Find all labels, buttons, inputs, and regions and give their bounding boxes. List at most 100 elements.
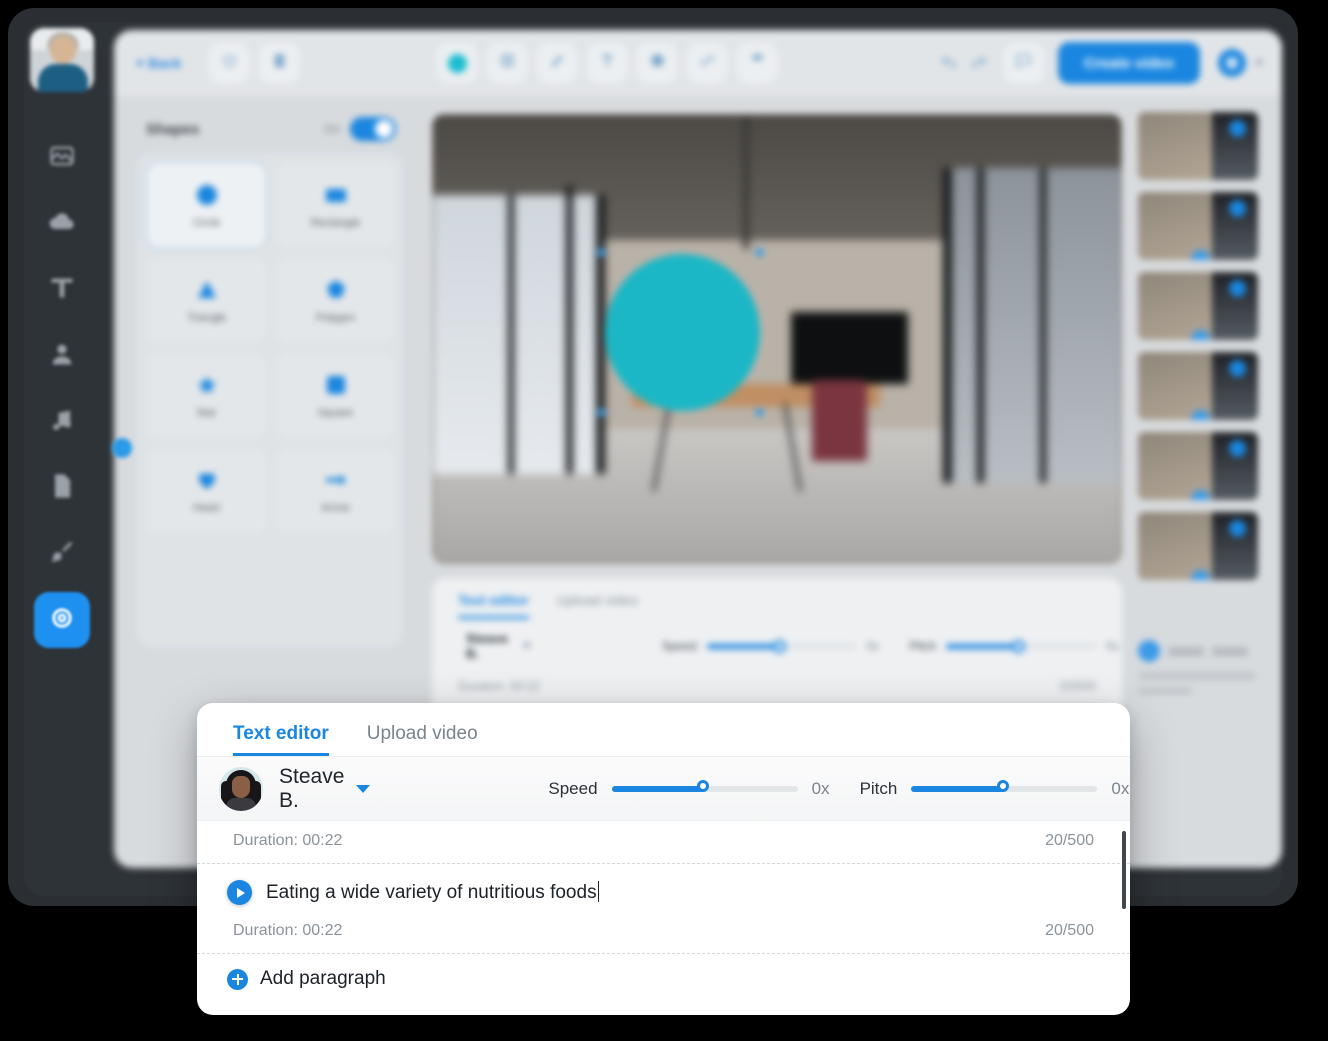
history-controls[interactable] (940, 52, 988, 75)
modal-scrollbar[interactable] (1122, 831, 1126, 909)
pen-icon (548, 51, 567, 75)
shape-option-square[interactable]: Square (276, 353, 395, 438)
shapes-icon (48, 604, 76, 637)
toolbar-comment-button[interactable] (1004, 43, 1044, 83)
resize-handle-tl[interactable] (598, 249, 605, 256)
shape-option-label: Triangle (187, 312, 226, 324)
panel-collapse-handle[interactable] (112, 438, 132, 458)
sidebar-item-media[interactable] (34, 130, 90, 186)
scene-thumbnail[interactable] (1138, 352, 1258, 420)
user-avatar[interactable] (30, 28, 94, 92)
shape-option-polygon[interactable]: Polygon (276, 258, 395, 343)
sidebar-item-shapes[interactable] (34, 592, 90, 648)
play-icon[interactable] (227, 880, 252, 905)
video-canvas[interactable] (432, 114, 1122, 564)
modal-tabs[interactable]: Text editor Upload video (197, 703, 1130, 757)
voice-avatar[interactable] (219, 767, 263, 811)
shape-option-label: Heart (193, 502, 220, 514)
toolbar-sticker-button[interactable] (637, 43, 677, 83)
music-icon (48, 406, 76, 439)
sidebar-item-text[interactable] (34, 262, 90, 318)
scene-info-chip (1168, 647, 1204, 656)
chevron-down-icon[interactable] (522, 643, 532, 649)
undo-icon[interactable] (940, 52, 958, 75)
toolbar-text-button[interactable] (587, 43, 627, 83)
toolbar-layers-button[interactable] (737, 43, 777, 83)
toolbar-link-button[interactable] (687, 43, 727, 83)
shapes-panel-header: Shapes On (136, 112, 404, 146)
scene-thumbnail-list[interactable] (1138, 112, 1270, 702)
bottom-duration-label: Duration: 00:22 (458, 679, 540, 693)
shape-option-triangle[interactable]: Triangle (147, 258, 266, 343)
chevron-down-icon[interactable] (1254, 60, 1264, 66)
resize-handle-br[interactable] (756, 409, 763, 416)
bottom-counter-label: 20/500 (1059, 679, 1096, 693)
toolbar-heart-button[interactable] (209, 43, 249, 83)
bottom-speed-slider[interactable]: Speed 0x (662, 639, 879, 653)
paragraph-row[interactable]: Eating a wide variety of nutritious food… (197, 864, 1130, 911)
text-editor-modal: Text editor Upload video Steave B. Speed… (197, 703, 1130, 1015)
scene-thumbnail[interactable] (1138, 112, 1258, 180)
bottom-voice-name[interactable]: Steave B. (466, 631, 508, 661)
tab-text-editor[interactable]: Text editor (233, 723, 329, 756)
redo-icon[interactable] (970, 52, 988, 75)
speed-value: 0x (812, 779, 838, 799)
comment-icon (1014, 51, 1033, 75)
toolbar-clipboard-button[interactable] (259, 43, 299, 83)
pitch-slider[interactable] (911, 786, 1097, 792)
shape-option-heart[interactable]: Heart (147, 448, 266, 533)
toolbar-crop-button[interactable] (487, 43, 527, 83)
paragraph-text[interactable]: Eating a wide variety of nutritious food… (266, 881, 599, 904)
duration-label: Duration: 00:22 (233, 922, 342, 940)
shape-circle-icon (448, 54, 467, 73)
resize-handle-tr[interactable] (756, 249, 763, 256)
bottom-pitch-label: Pitch (909, 639, 936, 653)
document-icon (48, 472, 76, 505)
scene-info-line (1138, 687, 1192, 695)
speed-label: Speed (548, 779, 597, 799)
back-label: Back (148, 55, 181, 71)
back-button[interactable]: Back (136, 55, 181, 71)
scene-thumbnail[interactable] (1138, 272, 1258, 340)
scene-badge-icon (1138, 640, 1160, 662)
sidebar-item-music[interactable] (34, 394, 90, 450)
chevron-down-icon[interactable] (356, 785, 370, 793)
shape-option-circle[interactable]: Circle (147, 163, 266, 248)
sidebar-item-cloud[interactable] (34, 196, 90, 252)
scene-info-panel (1138, 640, 1270, 695)
resize-handle-bl[interactable] (598, 409, 605, 416)
sidebar-item-tools[interactable] (34, 526, 90, 582)
scene-thumbnail[interactable] (1138, 512, 1258, 580)
canvas-shape-circle[interactable] (605, 254, 760, 412)
bottom-tab-upload-video[interactable]: Upload video (557, 592, 639, 619)
speed-control[interactable]: Speed 0x (548, 779, 837, 799)
shape-option-star[interactable]: Star (147, 353, 266, 438)
shapes-toggle-group[interactable]: On (324, 117, 396, 141)
shape-option-label: Polygon (316, 312, 356, 324)
sidebar-item-avatars[interactable] (34, 328, 90, 384)
sidebar-item-documents[interactable] (34, 460, 90, 516)
shape-option-rectangle[interactable]: Rectangle (276, 163, 395, 248)
bottom-editor-tabs[interactable]: Text editor Upload video (432, 578, 1122, 619)
screenshot-root: Back (0, 0, 1328, 1041)
pitch-control[interactable]: Pitch 0x (860, 779, 1130, 799)
left-rail (22, 20, 102, 880)
scene-thumbnail[interactable] (1138, 192, 1258, 260)
square-icon (324, 372, 348, 398)
heart-icon (195, 467, 219, 493)
toolbar-pen-button[interactable] (537, 43, 577, 83)
voice-name[interactable]: Steave B. (279, 765, 344, 813)
toolbar-shape-button[interactable] (437, 43, 477, 83)
scene-thumbnail[interactable] (1138, 432, 1258, 500)
shapes-panel: Shapes On Circle Rectangle (136, 112, 404, 652)
shape-option-arrow[interactable]: Arrow (276, 448, 395, 533)
shapes-toggle[interactable] (350, 117, 396, 141)
speed-slider[interactable] (612, 786, 798, 792)
bottom-tab-text-editor[interactable]: Text editor (458, 592, 529, 619)
layers-icon (748, 51, 767, 75)
add-paragraph-button[interactable]: Add paragraph (197, 954, 1130, 1006)
account-avatar[interactable] (1218, 49, 1246, 77)
bottom-pitch-slider[interactable]: Pitch 0x (909, 639, 1118, 653)
create-video-button[interactable]: Create video (1058, 42, 1200, 84)
tab-upload-video[interactable]: Upload video (367, 723, 478, 756)
